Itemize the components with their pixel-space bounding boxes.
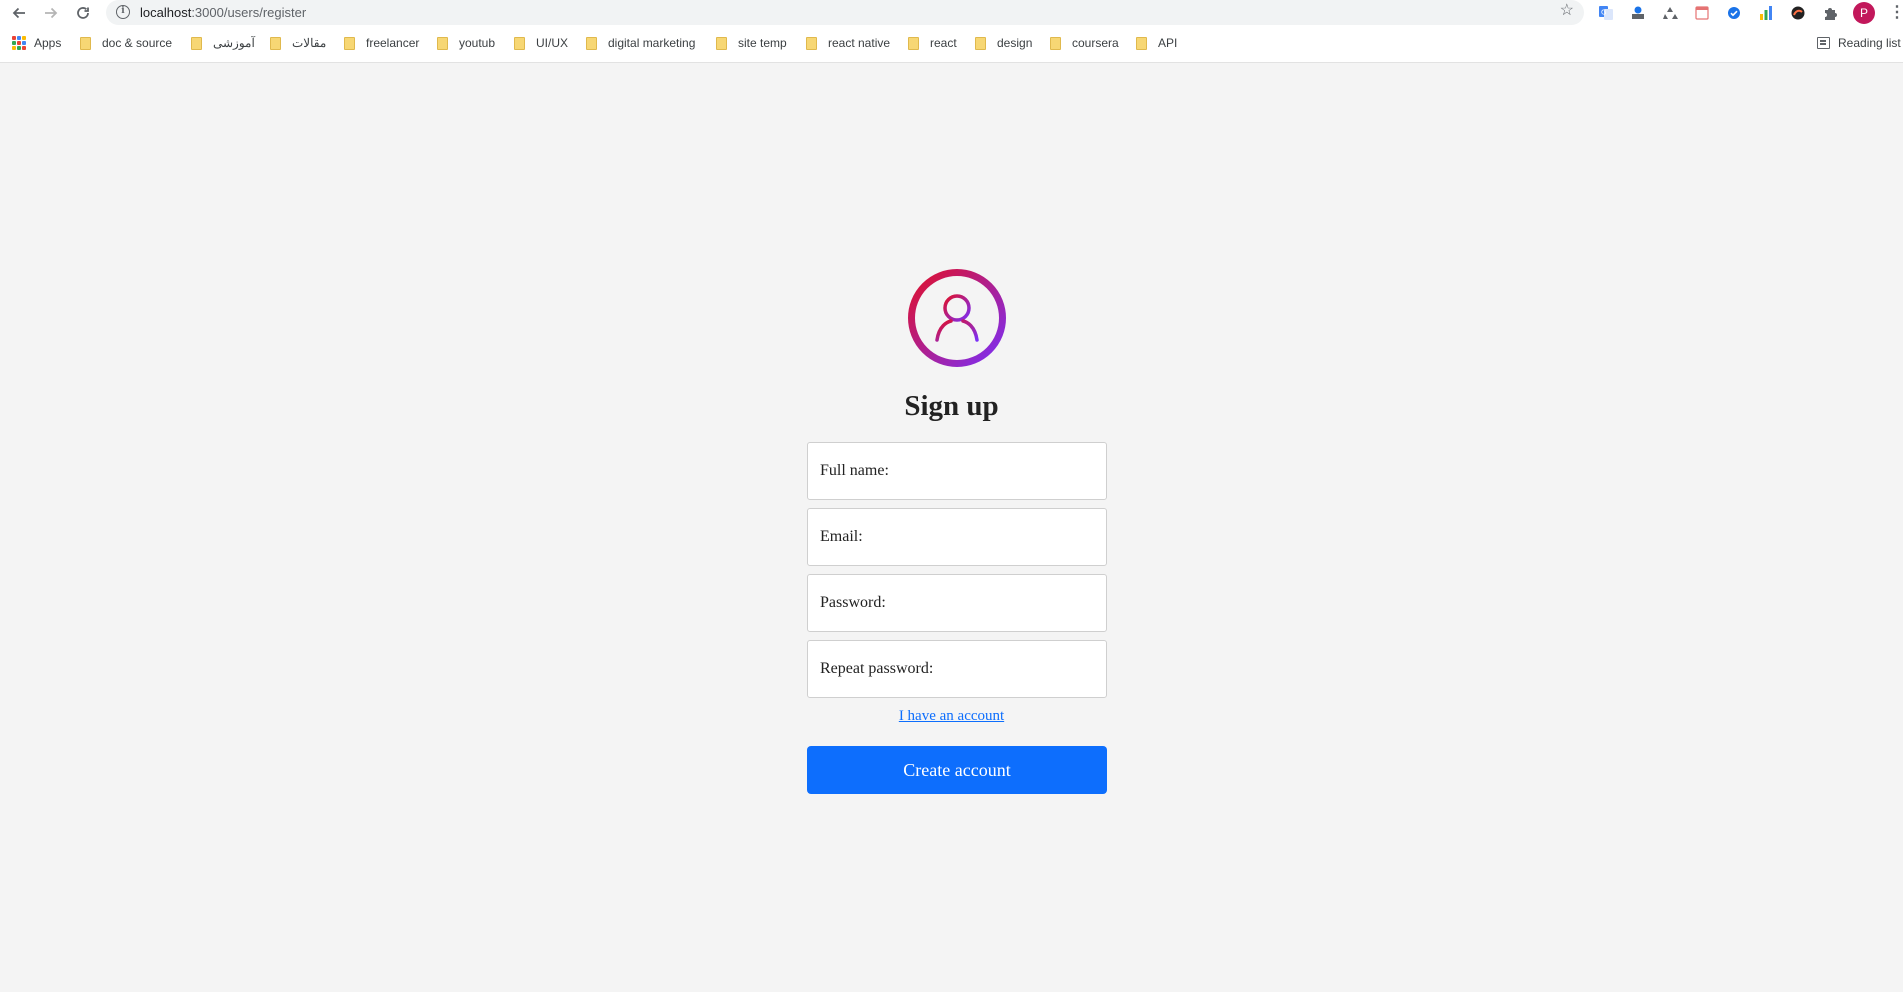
- back-arrow-icon[interactable]: [8, 2, 30, 24]
- full-name-input[interactable]: [808, 443, 1106, 499]
- bookmark-folder[interactable]: site temp: [716, 32, 787, 54]
- browser-menu-icon[interactable]: ⋮: [1889, 3, 1903, 23]
- folder-icon: [80, 36, 91, 50]
- address-bar[interactable]: i localhost:3000/users/register ☆: [106, 0, 1584, 25]
- folder-icon: [908, 36, 919, 50]
- bookmark-folder-label: react native: [828, 36, 891, 50]
- reading-list-button[interactable]: Reading list: [1817, 32, 1901, 54]
- bookmark-folder-label: آموزشی: [213, 36, 255, 50]
- folder-icon: [1050, 36, 1061, 50]
- folder-icon: [586, 36, 597, 50]
- swirl-extension-icon[interactable]: [1789, 4, 1807, 22]
- bookmark-folder[interactable]: doc & source: [80, 32, 172, 54]
- browser-toolbar: i localhost:3000/users/register ☆ G P ⋮: [0, 0, 1903, 26]
- url-path: :3000/users/register: [191, 5, 307, 20]
- user-avatar-icon: [907, 268, 1007, 368]
- page-title: Sign up: [904, 390, 999, 422]
- bookmark-folder-label: site temp: [738, 36, 787, 50]
- folder-icon: [716, 36, 727, 50]
- puzzle-extensions-icon[interactable]: [1821, 4, 1839, 22]
- bookmark-folder[interactable]: coursera: [1050, 32, 1119, 54]
- url-host: localhost: [140, 5, 192, 20]
- repeat-password-field[interactable]: Repeat password:: [807, 640, 1107, 698]
- repeat-password-input[interactable]: [808, 641, 1106, 697]
- browser-chrome: i localhost:3000/users/register ☆ G P ⋮ …: [0, 0, 1903, 63]
- full-name-field[interactable]: Full name:: [807, 442, 1107, 500]
- svg-text:G: G: [1601, 9, 1606, 17]
- google-translate-extension-icon[interactable]: G: [1597, 4, 1615, 22]
- reload-icon[interactable]: [72, 2, 94, 24]
- checkmark-extension-icon[interactable]: [1725, 4, 1743, 22]
- url-text[interactable]: localhost:3000/users/register: [140, 5, 306, 20]
- bookmark-folder-label: doc & source: [102, 36, 173, 50]
- bookmark-folder[interactable]: react: [908, 32, 957, 54]
- bookmark-folder-label: design: [997, 36, 1033, 50]
- bookmark-folder-label: react: [930, 36, 957, 50]
- folder-icon: [806, 36, 817, 50]
- forward-arrow-icon[interactable]: [40, 2, 62, 24]
- reading-list-icon: [1817, 37, 1830, 49]
- have-account-link[interactable]: I have an account: [899, 708, 1004, 724]
- site-info-icon[interactable]: i: [116, 5, 130, 19]
- bookmark-folder[interactable]: API: [1136, 32, 1177, 54]
- bookmark-folder-label: digital marketing: [608, 36, 696, 50]
- bookmark-folder-label: API: [1158, 36, 1178, 50]
- folder-icon: [975, 36, 986, 50]
- email-field[interactable]: Email:: [807, 508, 1107, 566]
- recycle-extension-icon[interactable]: [1661, 4, 1679, 22]
- bookmark-folder-label: youtub: [459, 36, 496, 50]
- folder-icon: [191, 36, 202, 50]
- bookmark-folder[interactable]: design: [975, 32, 1032, 54]
- create-account-button[interactable]: Create account: [807, 746, 1107, 794]
- calendar-extension-icon[interactable]: [1693, 4, 1711, 22]
- folder-icon: [437, 36, 448, 50]
- bookmark-folder[interactable]: UI/UX: [514, 32, 568, 54]
- bookmark-folder[interactable]: digital marketing: [586, 32, 695, 54]
- folder-icon: [270, 36, 281, 50]
- analytics-extension-icon[interactable]: [1757, 4, 1775, 22]
- bookmark-folder-label: مقالات: [292, 36, 327, 50]
- email-input[interactable]: [808, 509, 1106, 565]
- bookmark-folder[interactable]: آموزشی: [191, 32, 255, 54]
- login-link-row: I have an account: [0, 708, 1903, 725]
- folder-icon: [1136, 36, 1147, 50]
- password-input[interactable]: [808, 575, 1106, 631]
- profile-avatar[interactable]: P: [1853, 2, 1875, 24]
- bookmark-folder[interactable]: react native: [806, 32, 890, 54]
- bookmark-folder-label: coursera: [1072, 36, 1119, 50]
- downloader-extension-icon[interactable]: [1629, 4, 1647, 22]
- bookmark-folder[interactable]: freelancer: [344, 32, 419, 54]
- apps-grid-icon: [12, 36, 26, 50]
- bookmark-folder[interactable]: youtub: [437, 32, 495, 54]
- folder-icon: [514, 36, 525, 50]
- folder-icon: [344, 36, 355, 50]
- bookmark-folder-label: freelancer: [366, 36, 420, 50]
- bookmark-folder-label: UI/UX: [536, 36, 569, 50]
- bookmark-apps-label: Apps: [34, 36, 62, 50]
- bookmark-folder[interactable]: مقالات: [270, 32, 326, 54]
- bookmark-star-icon[interactable]: ☆: [1560, 3, 1574, 19]
- bookmark-apps[interactable]: Apps: [12, 32, 61, 54]
- bookmarks-bar: Apps doc & source آموزشی مقالات freelanc…: [0, 32, 1903, 56]
- password-field[interactable]: Password:: [807, 574, 1107, 632]
- reading-list-label: Reading list: [1838, 36, 1901, 50]
